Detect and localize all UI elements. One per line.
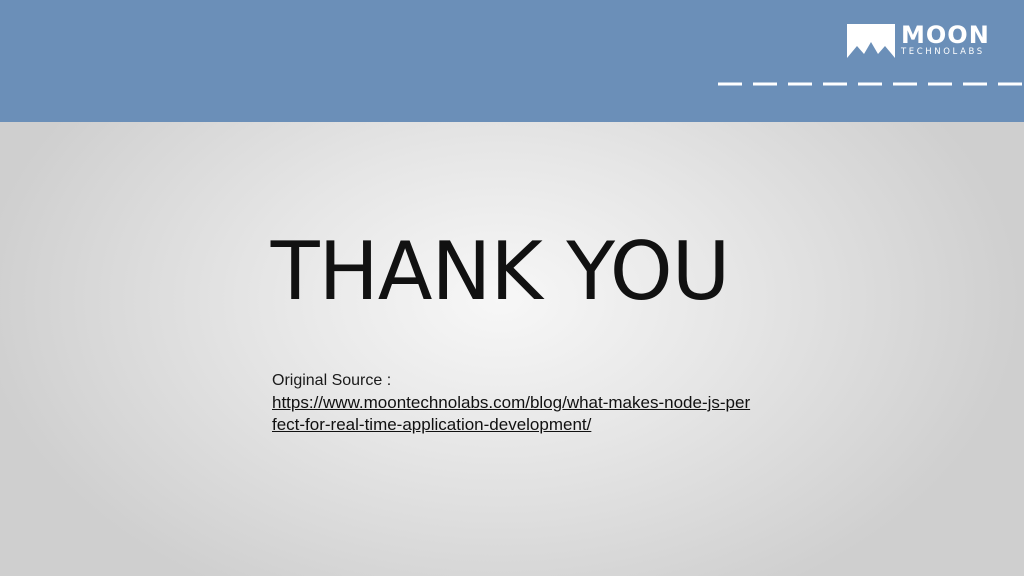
source-label: Original Source :	[272, 372, 392, 389]
brand-logo: MOON TECHNOLABS	[847, 20, 990, 60]
brand-text: MOON TECHNOLABS	[901, 23, 990, 58]
header-band: MOON TECHNOLABS	[0, 0, 1024, 122]
slide-title: THANK YOU	[270, 225, 731, 318]
brand-subtitle: TECHNOLABS	[901, 46, 985, 57]
decorative-dash-line	[718, 82, 1024, 86]
mountain-logo-icon	[847, 24, 895, 58]
source-block: Original Source : https://www.moontechno…	[272, 370, 752, 436]
source-link[interactable]: https://www.moontechnolabs.com/blog/what…	[272, 392, 752, 436]
brand-name: MOON	[901, 20, 990, 49]
